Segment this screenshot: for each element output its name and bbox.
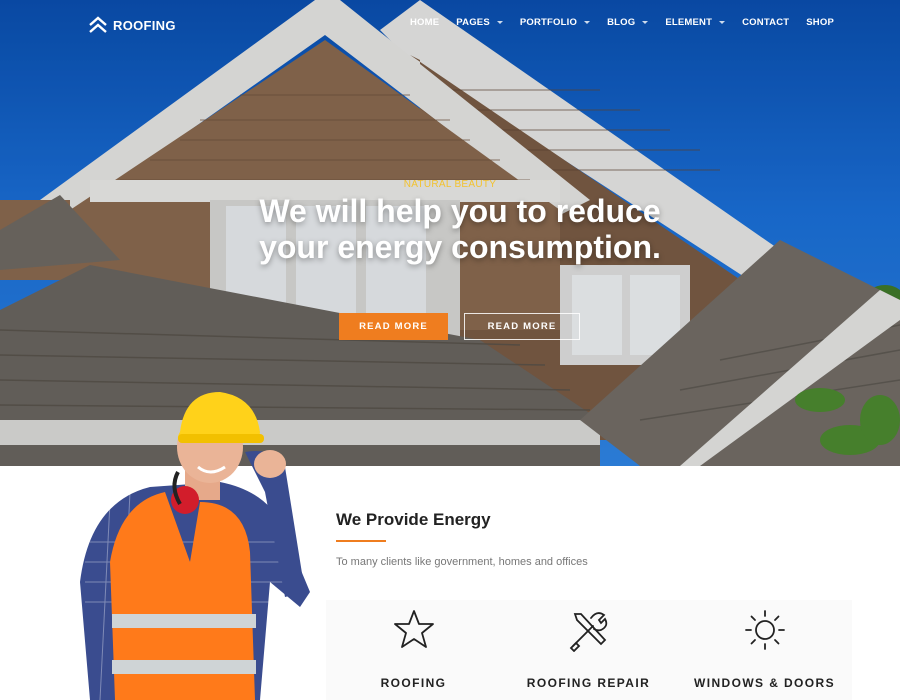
services-row: ROOFING ROOFING REPAIR WINDOWS & DOORS (326, 600, 852, 700)
read-more-secondary-button[interactable]: READ MORE (464, 313, 580, 340)
chevron-down-icon (496, 21, 503, 24)
nav-item-label: HOME (409, 17, 440, 28)
nav-item-blog[interactable]: BLOG (607, 17, 649, 28)
nav-item-label: CONTACT (742, 17, 790, 28)
chevron-down-icon (584, 21, 591, 24)
service-label: ROOFING (380, 676, 447, 690)
main-navigation: HOME PAGES PORTFOLIO BLOG ELEMENT CONTACT SHOP (393, 17, 834, 28)
hero-eyebrow: NATURAL BEAUTY (403, 179, 497, 190)
nav-item-label: PAGES (456, 17, 490, 28)
nav-item-label: SHOP (806, 17, 834, 28)
chevron-down-icon (642, 21, 649, 24)
nav-item-label: PORTFOLIO (519, 17, 578, 28)
nav-item-label: BLOG (607, 17, 636, 28)
read-more-primary-button[interactable]: READ MORE (339, 313, 448, 340)
service-item-roofing[interactable]: ROOFING (326, 600, 501, 700)
logo-text: ROOFING (113, 17, 176, 33)
nav-item-portfolio[interactable]: PORTFOLIO (519, 17, 591, 28)
chevron-down-icon (719, 21, 726, 24)
site-logo[interactable]: ROOFING (88, 15, 176, 35)
nav-item-pages[interactable]: PAGES (456, 17, 503, 28)
service-label: ROOFING REPAIR (526, 676, 651, 690)
service-item-roofing-repair[interactable]: ROOFING REPAIR (501, 600, 676, 700)
nav-item-contact[interactable]: CONTACT (742, 17, 789, 28)
star-icon (393, 610, 434, 648)
worker-image (80, 392, 310, 700)
section-divider (336, 540, 386, 542)
section-title: We Provide Energy (336, 510, 491, 529)
roof-logo-icon (89, 16, 107, 33)
tools-icon (569, 612, 607, 652)
service-label: WINDOWS & DOORS (694, 676, 835, 690)
nav-item-label: ELEMENT (665, 17, 713, 28)
hero-title: We will help you to reduce your energy c… (259, 193, 661, 265)
nav-item-home[interactable]: HOME (410, 17, 439, 28)
section-subtitle: To many clients like government, homes a… (336, 556, 588, 568)
nav-item-element[interactable]: ELEMENT (665, 17, 726, 28)
service-item-windows-doors[interactable]: WINDOWS & DOORS (677, 600, 852, 700)
nav-item-shop[interactable]: SHOP (806, 17, 834, 28)
sun-icon (744, 610, 785, 650)
